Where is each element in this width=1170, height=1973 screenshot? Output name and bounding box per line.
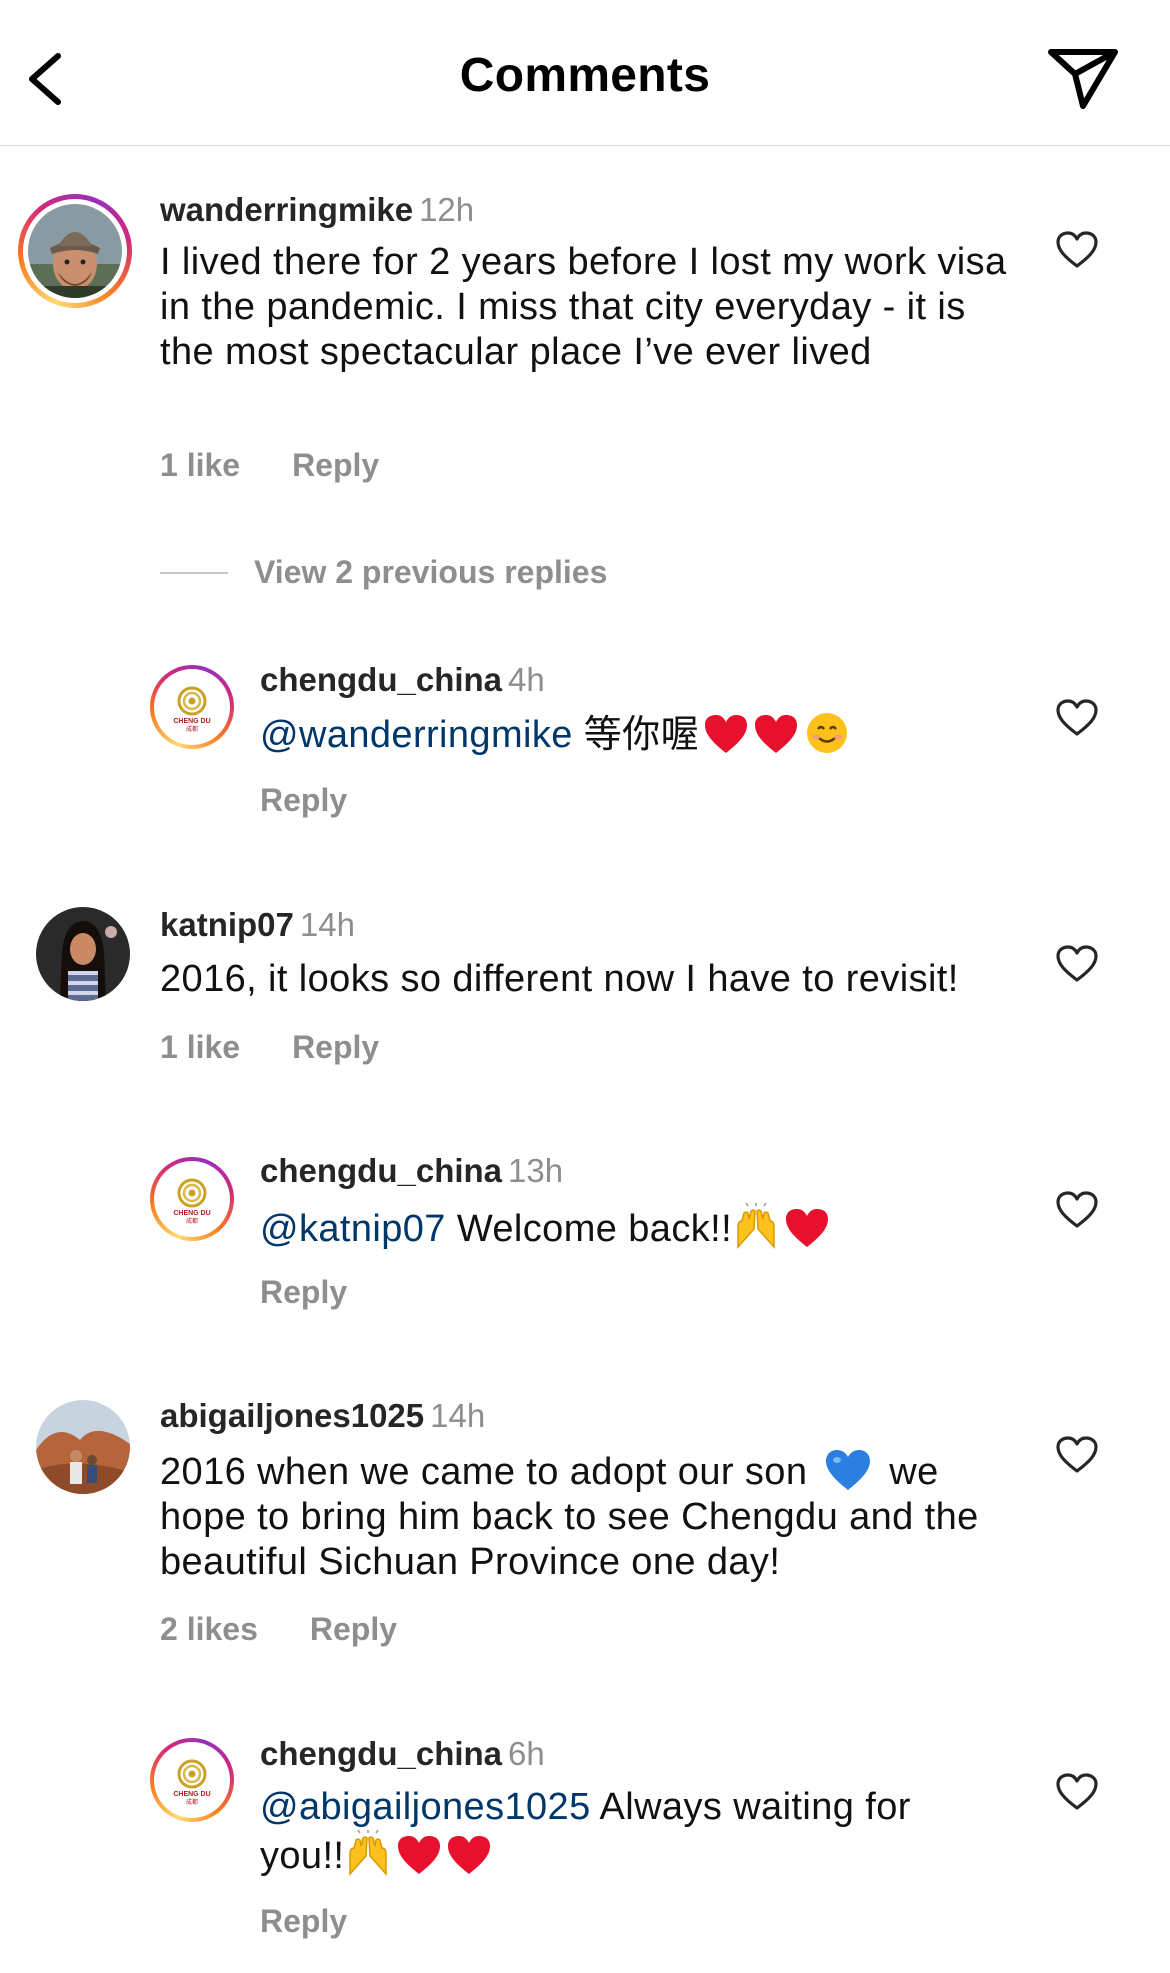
view-replies-toggle[interactable]: View 2 previous replies [160, 554, 607, 598]
reply-button[interactable]: Reply [260, 1274, 347, 1310]
avatar[interactable]: CHENG DU 成都 [158, 673, 226, 741]
red-heart-emoji [754, 715, 797, 753]
comment-text: 2016 when we came to adopt our son we ho… [160, 1448, 1010, 1585]
avatar[interactable] [36, 1400, 130, 1494]
username[interactable]: wanderringmike [160, 191, 413, 228]
logo-text: CHENG DU [173, 1791, 210, 1798]
paper-plane-icon [1048, 49, 1118, 109]
heart-outline-icon [1056, 1191, 1098, 1228]
avatar[interactable]: CHENG DU 成都 [158, 1165, 226, 1233]
username[interactable]: chengdu_china [260, 1152, 502, 1189]
username[interactable]: abigailjones1025 [160, 1397, 424, 1434]
username[interactable]: chengdu_china [260, 1735, 502, 1772]
chengdu-logo: CHENG DU 成都 [173, 1178, 211, 1225]
logo-text-cn: 成都 [186, 1798, 198, 1806]
reply-button[interactable]: Reply [310, 1611, 397, 1647]
like-button[interactable] [1055, 1435, 1099, 1475]
comment-actions: Reply [260, 1274, 347, 1311]
avatar[interactable]: CHENG DU 成都 [158, 1746, 226, 1814]
view-replies-label[interactable]: View 2 previous replies [254, 554, 607, 590]
reply-button[interactable]: Reply [292, 447, 379, 483]
comment-body: 等你喔 [572, 714, 699, 756]
comment-text: @abigailjones1025 Always waiting for you… [260, 1785, 980, 1879]
smiling-face-emoji [806, 713, 847, 753]
comment-text: 2016, it looks so different now I have t… [160, 958, 959, 1000]
comment-body: 2016 when we came to adopt our son [160, 1451, 819, 1493]
timestamp: 12h [419, 191, 475, 228]
timestamp: 6h [508, 1735, 545, 1772]
heart-outline-icon [1056, 1436, 1098, 1473]
comment-actions: 2 likes Reply [160, 1611, 397, 1648]
comment-text: @wanderringmike 等你喔 [260, 711, 1020, 758]
comment-meta: wanderringmike 12h [160, 191, 474, 229]
user-photo [28, 204, 122, 298]
likes-count[interactable]: 1 like [160, 447, 240, 483]
comment-actions: Reply [260, 782, 347, 819]
chengdu-logo: CHENG DU 成都 [173, 686, 211, 733]
timestamp: 13h [508, 1152, 564, 1189]
divider-line [160, 571, 228, 574]
comment-actions: 1 like Reply [160, 447, 379, 484]
chengdu-logo: CHENG DU 成都 [173, 1759, 211, 1806]
logo-text-cn: 成都 [186, 725, 198, 733]
likes-count[interactable]: 2 likes [160, 1611, 258, 1647]
like-button[interactable] [1055, 944, 1099, 984]
user-photo [36, 1400, 130, 1494]
reply-button[interactable]: Reply [260, 1903, 347, 1939]
share-button[interactable] [1045, 44, 1121, 114]
red-heart-emoji [448, 1836, 491, 1874]
raising-hands-emoji [349, 1830, 388, 1876]
red-heart-emoji [398, 1836, 441, 1874]
reply-button[interactable]: Reply [260, 782, 347, 818]
comment-body: Welcome back!! [445, 1208, 733, 1250]
comment-text: @katnip07 Welcome back!! [260, 1203, 1020, 1252]
mention-link[interactable]: @katnip07 [260, 1208, 446, 1250]
heart-outline-icon [1056, 945, 1098, 982]
raising-hands-emoji [737, 1203, 775, 1249]
comment-actions: Reply [260, 1903, 347, 1940]
page-title: Comments [459, 49, 711, 102]
username[interactable]: katnip07 [160, 906, 294, 943]
heart-outline-icon [1056, 1773, 1098, 1810]
blue-heart-emoji [826, 1450, 871, 1490]
mention-link[interactable]: @abigailjones1025 [260, 1786, 591, 1828]
timestamp: 14h [430, 1397, 486, 1434]
like-button[interactable] [1055, 1772, 1099, 1812]
comment-actions: 1 like Reply [160, 1029, 379, 1066]
mention-link[interactable]: @wanderringmike [260, 714, 573, 756]
logo-text-cn: 成都 [186, 1217, 198, 1225]
comment-text: I lived there for 2 years before I lost … [160, 241, 1007, 373]
comment-meta: katnip07 14h [160, 906, 355, 944]
comment-meta: chengdu_china 6h [260, 1735, 545, 1773]
like-button[interactable] [1055, 1190, 1099, 1230]
username[interactable]: chengdu_china [260, 661, 502, 698]
avatar[interactable] [36, 907, 130, 1001]
heart-outline-icon [1056, 699, 1098, 736]
user-photo [36, 907, 130, 1001]
avatar[interactable] [28, 204, 122, 298]
comment-meta: abigailjones1025 14h [160, 1397, 485, 1435]
red-heart-emoji [704, 715, 747, 753]
comment-meta: chengdu_china 13h [260, 1152, 563, 1190]
like-button[interactable] [1055, 230, 1099, 270]
likes-count[interactable]: 1 like [160, 1029, 240, 1065]
logo-text: CHENG DU [173, 1210, 210, 1217]
heart-outline-icon [1056, 231, 1098, 268]
reply-button[interactable]: Reply [292, 1029, 379, 1065]
logo-text: CHENG DU [173, 718, 210, 725]
header: Comments [0, 0, 1170, 146]
timestamp: 4h [508, 661, 545, 698]
red-heart-emoji [786, 1209, 829, 1247]
comment-meta: chengdu_china 4h [260, 661, 545, 699]
timestamp: 14h [299, 906, 355, 943]
like-button[interactable] [1055, 698, 1099, 738]
